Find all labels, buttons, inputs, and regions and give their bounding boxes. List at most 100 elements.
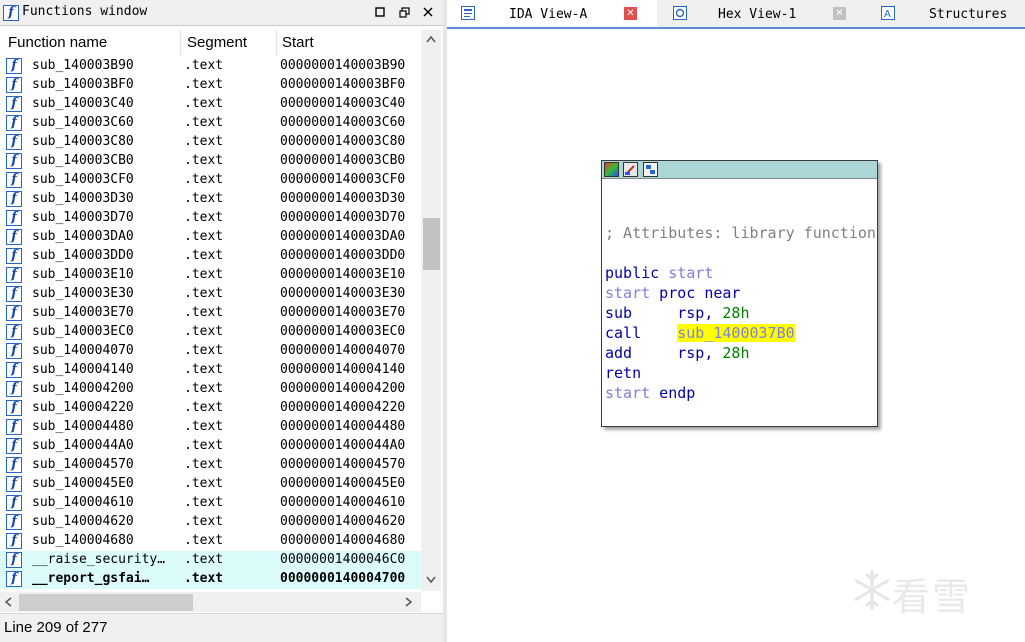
table-row[interactable]: f sub_140003C60 .text 0000000140003C60: [0, 114, 421, 133]
table-row[interactable]: f sub_140003DA0 .text 0000000140003DA0: [0, 228, 421, 247]
watermark: 看雪: [852, 562, 1012, 622]
code-line[interactable]: start endp: [605, 383, 876, 403]
table-row[interactable]: f sub_140003C80 .text 0000000140003C80: [0, 133, 421, 152]
function-name-cell: sub_140003BF0: [32, 77, 134, 92]
code-line[interactable]: retn: [605, 363, 876, 383]
scroll-left-icon[interactable]: [4, 594, 12, 610]
functions-window-titlebar[interactable]: f Functions window: [0, 0, 443, 26]
code-token[interactable]: retn: [605, 364, 641, 382]
table-row[interactable]: f sub_140004610 .text 0000000140004610: [0, 494, 421, 513]
restore-icon[interactable]: [396, 4, 412, 20]
table-row[interactable]: f sub_140003CB0 .text 0000000140003CB0: [0, 152, 421, 171]
segment-cell: .text: [184, 191, 224, 206]
table-row[interactable]: f __raise_security… .text 00000001400046C0: [0, 551, 421, 570]
scroll-down-icon[interactable]: [421, 572, 441, 590]
code-token[interactable]: start: [605, 284, 650, 302]
column-header-segment[interactable]: Segment: [187, 34, 247, 51]
table-row[interactable]: f __report_gsfai… .text 0000000140004700: [0, 570, 421, 589]
disassembly-code[interactable]: ; Attributes: library function public sta…: [605, 223, 876, 403]
color-icon[interactable]: [604, 162, 619, 177]
function-icon: f: [6, 476, 22, 492]
table-row[interactable]: f sub_140004070 .text 0000000140004070: [0, 342, 421, 361]
tab-structures[interactable]: A Structures: [867, 0, 1025, 27]
table-row[interactable]: f sub_140004140 .text 0000000140004140: [0, 361, 421, 380]
table-row[interactable]: f sub_140003DD0 .text 0000000140003DD0: [0, 247, 421, 266]
table-row[interactable]: f sub_140003BF0 .text 0000000140003BF0: [0, 76, 421, 95]
code-token[interactable]: start: [605, 384, 650, 402]
code-token[interactable]: 28h: [722, 344, 749, 362]
code-token[interactable]: start: [668, 264, 713, 282]
code-token[interactable]: rsp,: [677, 304, 722, 322]
graph-node-titlebar[interactable]: [602, 161, 877, 179]
table-row[interactable]: f sub_140003D30 .text 0000000140003D30: [0, 190, 421, 209]
code-token[interactable]: endp: [650, 384, 695, 402]
table-row[interactable]: f sub_140003E30 .text 0000000140003E30: [0, 285, 421, 304]
function-name-cell: __report_gsfai…: [32, 571, 150, 586]
horizontal-scroll-thumb[interactable]: [19, 594, 193, 611]
table-row[interactable]: f sub_140004480 .text 0000000140004480: [0, 418, 421, 437]
code-token[interactable]: ; Attributes: library function: [605, 224, 876, 242]
table-row[interactable]: f sub_1400045E0 .text 00000001400045E0: [0, 475, 421, 494]
scroll-up-icon[interactable]: [421, 31, 441, 49]
code-token[interactable]: sub_1400037B0: [677, 324, 795, 342]
function-icon: f: [6, 77, 22, 93]
function-name-cell: sub_140003DA0: [32, 229, 134, 244]
start-address-cell: 00000001400045E0: [280, 476, 406, 491]
tab-hex-view-1[interactable]: Hex View-1 ✕: [659, 0, 865, 27]
table-row[interactable]: f sub_140003D70 .text 0000000140003D70: [0, 209, 421, 228]
edit-icon[interactable]: [623, 162, 638, 177]
group-icon[interactable]: [643, 162, 658, 177]
close-icon[interactable]: [420, 4, 436, 20]
scroll-right-icon[interactable]: [405, 594, 413, 610]
close-icon[interactable]: ✕: [624, 7, 637, 20]
snowflake-icon: [854, 570, 890, 610]
ida-view-icon: [461, 6, 475, 20]
watermark-text: 看雪: [892, 575, 973, 619]
table-row[interactable]: f sub_140004570 .text 0000000140004570: [0, 456, 421, 475]
close-icon[interactable]: ✕: [833, 7, 846, 20]
code-token[interactable]: 28h: [722, 304, 749, 322]
horizontal-scrollbar[interactable]: [0, 592, 421, 612]
column-divider[interactable]: [276, 30, 277, 56]
code-token[interactable]: public: [605, 264, 668, 282]
graph-node[interactable]: ; Attributes: library function public sta…: [601, 160, 878, 427]
start-address-cell: 0000000140004680: [280, 533, 406, 548]
column-divider[interactable]: [180, 30, 181, 56]
tab-label: Hex View-1: [718, 7, 797, 22]
code-line[interactable]: call sub_1400037B0: [605, 323, 876, 343]
function-name-cell: sub_140003E30: [32, 286, 134, 301]
function-name-cell: sub_140004200: [32, 381, 134, 396]
table-row[interactable]: f sub_140004620 .text 0000000140004620: [0, 513, 421, 532]
code-token[interactable]: add: [605, 344, 677, 362]
minimize-icon[interactable]: [372, 4, 388, 20]
segment-cell: .text: [184, 229, 224, 244]
vertical-scroll-thumb[interactable]: [423, 217, 440, 270]
column-header-function-name[interactable]: Function name: [8, 34, 107, 51]
code-token[interactable]: sub: [605, 304, 677, 322]
vertical-scrollbar[interactable]: [421, 30, 441, 591]
tab-ida-view-a[interactable]: IDA View-A ✕: [447, 0, 657, 27]
code-line[interactable]: ; Attributes: library function: [605, 223, 876, 243]
code-line[interactable]: public start: [605, 263, 876, 283]
code-line[interactable]: [605, 243, 876, 263]
table-row[interactable]: f sub_140004220 .text 0000000140004220: [0, 399, 421, 418]
start-address-cell: 0000000140003C60: [280, 115, 406, 130]
code-token[interactable]: call: [605, 324, 677, 342]
table-row[interactable]: f sub_140003E70 .text 0000000140003E70: [0, 304, 421, 323]
code-line[interactable]: add rsp, 28h: [605, 343, 876, 363]
table-row[interactable]: f sub_140004200 .text 0000000140004200: [0, 380, 421, 399]
table-row[interactable]: f sub_140003CF0 .text 0000000140003CF0: [0, 171, 421, 190]
code-line[interactable]: sub rsp, 28h: [605, 303, 876, 323]
tab-label: IDA View-A: [509, 7, 588, 22]
table-row[interactable]: f sub_140003E10 .text 0000000140003E10: [0, 266, 421, 285]
start-address-cell: 0000000140003CB0: [280, 153, 406, 168]
table-row[interactable]: f sub_140003B90 .text 0000000140003B90: [0, 57, 421, 76]
table-row[interactable]: f sub_1400044A0 .text 00000001400044A0: [0, 437, 421, 456]
code-token[interactable]: proc near: [650, 284, 740, 302]
table-row[interactable]: f sub_140003EC0 .text 0000000140003EC0: [0, 323, 421, 342]
table-row[interactable]: f sub_140003C40 .text 0000000140003C40: [0, 95, 421, 114]
column-header-start[interactable]: Start: [282, 34, 314, 51]
code-token[interactable]: rsp,: [677, 344, 722, 362]
table-row[interactable]: f sub_140004680 .text 0000000140004680: [0, 532, 421, 551]
code-line[interactable]: start proc near: [605, 283, 876, 303]
